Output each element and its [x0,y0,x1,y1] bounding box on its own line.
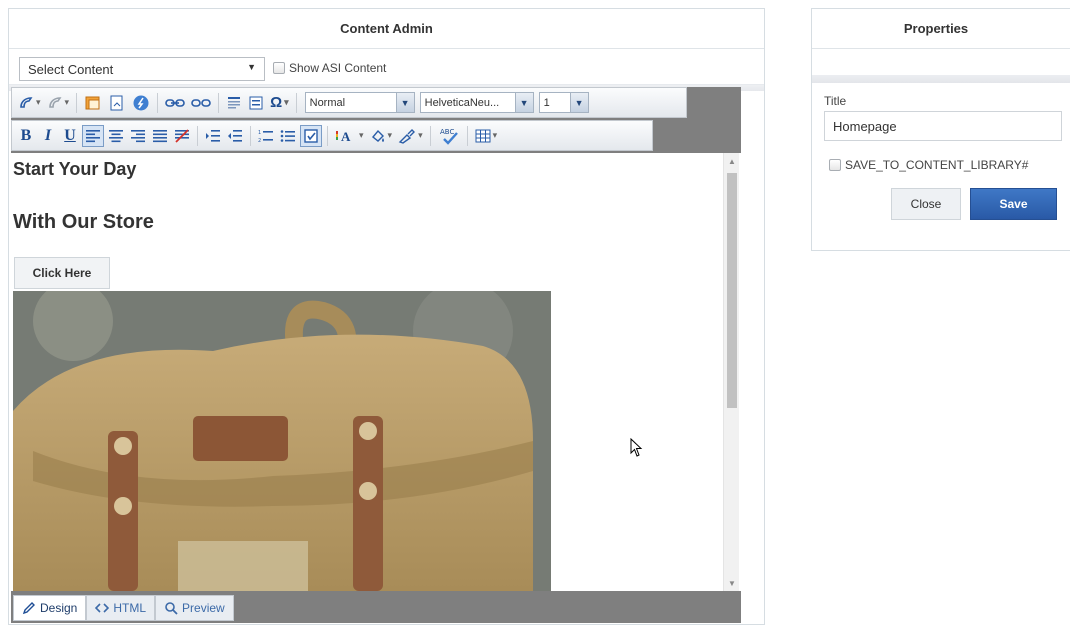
mouse-pointer-icon [630,438,643,457]
dropdown-arrow-icon: ▼ [247,62,256,72]
editor-content-area[interactable]: Start Your Day With Our Store Click Here [11,153,741,591]
spellcheck-text: ABC [440,128,454,136]
underline-button[interactable]: U [60,125,80,147]
toolbar-separator [250,125,251,146]
code-icon [95,603,110,613]
toggle-borders-icon[interactable] [300,124,322,147]
highlight-color-icon[interactable] [368,125,395,147]
magnifier-icon [165,602,178,615]
toolbar-separator [197,125,198,146]
paragraph-style-value: Normal [309,96,346,109]
align-left-icon[interactable] [82,124,104,147]
unlink-icon[interactable] [189,92,213,114]
title-label: Title [824,94,847,108]
pencil-icon [22,602,35,615]
tab-html[interactable]: HTML [86,595,156,621]
content-click-here-button[interactable]: Click Here [14,257,110,289]
dropdown-arrow-icon[interactable]: ▼ [514,93,533,112]
toolbar-separator [218,92,220,113]
outdent-icon[interactable] [225,125,245,147]
show-asi-checkbox[interactable]: Show ASI Content [273,61,386,75]
editor-toolbar-bottom: B I U 1 2 A ▾ ▾ ▾ ABC ▾ [11,120,653,151]
content-heading-1[interactable]: Start Your Day [13,159,136,180]
document-manager-icon[interactable] [106,92,128,114]
scroll-up-arrow-icon[interactable]: ▲ [724,153,740,169]
content-heading-2[interactable]: With Our Store [13,211,154,234]
tab-html-label: HTML [113,601,147,615]
italic-button[interactable]: I [38,125,58,147]
paragraph-style-select[interactable]: Normal ▼ [304,92,415,113]
show-asi-checkbox-box[interactable] [273,62,285,74]
svg-text:1: 1 [258,130,261,136]
hyperlink-icon[interactable] [163,92,187,114]
editor-mode-tabs: Design HTML Preview [11,591,741,621]
image-manager-icon[interactable] [82,92,104,114]
toolbar-separator [466,125,468,146]
content-admin-panel: Content Admin Select Content ▼ Show ASI … [8,8,765,625]
toolbar-separator [429,125,431,146]
toolbar-separator [295,92,297,113]
bold-button[interactable]: B [16,125,36,147]
toolbar-separator [157,92,159,113]
indent-icon[interactable] [203,125,223,147]
tab-design[interactable]: Design [13,595,87,621]
content-select-row: Select Content ▼ Show ASI Content [9,49,764,91]
backpack-image[interactable] [13,291,551,591]
insert-form-icon[interactable] [246,92,266,114]
numbered-list-icon[interactable]: 12 [256,125,276,147]
select-content-dropdown[interactable]: Select Content ▼ [19,57,265,81]
scroll-down-arrow-icon[interactable]: ▼ [724,575,740,591]
dropdown-arrow-icon[interactable]: ▼ [569,93,588,112]
editor-toolbar-top: Ω Normal ▼ HelveticaNeu... ▼ 1 ▼ [11,87,687,118]
properties-form: Title SAVE_TO_CONTENT_LIBRARY# Close Sav… [811,0,1070,626]
bulleted-list-icon[interactable] [278,125,298,147]
save-to-library-label: SAVE_TO_CONTENT_LIBRARY# [845,158,1029,172]
insert-table-icon[interactable] [473,125,500,147]
save-to-library-checkbox[interactable]: SAVE_TO_CONTENT_LIBRARY# [829,158,1028,172]
select-content-value: Select Content [28,62,114,77]
font-family-select[interactable]: HelveticaNeu... ▼ [419,92,534,113]
justify-icon[interactable] [150,125,170,147]
font-size-select[interactable]: 1 ▼ [538,92,589,113]
toolbar-separator [327,125,328,146]
dropdown-arrow-icon[interactable]: ▼ [395,93,414,112]
tab-preview[interactable]: Preview [155,595,234,621]
spellcheck-icon[interactable]: ABC [436,125,462,147]
scrollbar-thumb[interactable] [727,173,737,408]
editor-vertical-scrollbar[interactable]: ▲ ▼ [723,153,739,591]
font-size-value: 1 [543,96,550,109]
toolbar-separator [76,92,78,113]
font-color-icon[interactable]: A [333,125,366,147]
show-asi-label: Show ASI Content [289,61,387,75]
flash-manager-icon[interactable] [130,92,152,114]
tab-design-label: Design [40,601,78,615]
save-to-library-checkbox-box[interactable] [829,159,841,171]
svg-text:2: 2 [258,138,261,143]
format-brush-icon[interactable] [16,92,43,114]
clear-format-icon[interactable] [45,92,72,114]
special-character-icon[interactable]: Ω [268,92,291,114]
title-input[interactable] [824,111,1062,141]
font-family-value: HelveticaNeu... [424,96,500,109]
rich-text-editor: Ω Normal ▼ HelveticaNeu... ▼ 1 ▼ B I U [11,87,741,623]
content-admin-title: Content Admin [9,9,764,49]
align-right-icon[interactable] [128,125,148,147]
tab-preview-label: Preview [182,601,225,615]
format-stripper-icon[interactable] [396,125,425,147]
remove-alignment-icon[interactable] [172,125,192,147]
close-button[interactable]: Close [891,188,961,220]
insert-paragraph-icon[interactable] [224,92,244,114]
svg-text:A: A [341,129,351,143]
save-button[interactable]: Save [970,188,1057,220]
align-center-icon[interactable] [106,125,126,147]
